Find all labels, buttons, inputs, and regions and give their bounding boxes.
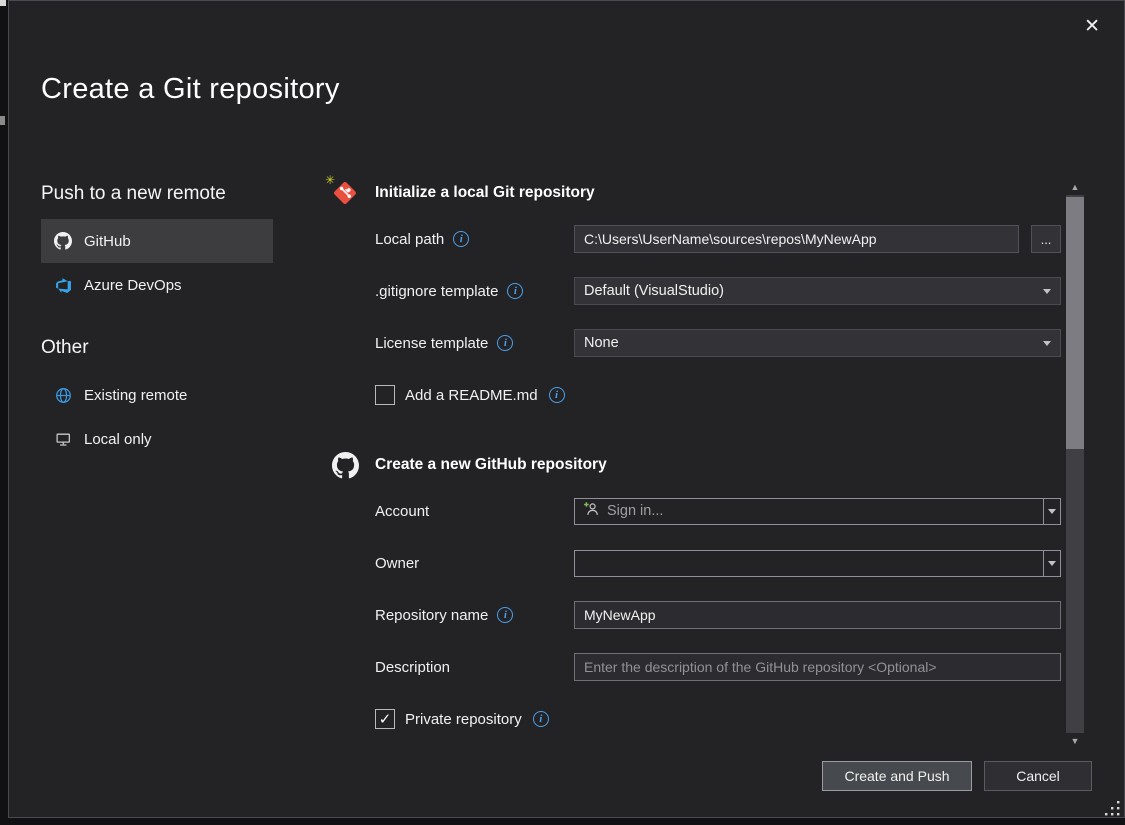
sidebar-item-github[interactable]: GitHub	[41, 219, 273, 263]
description-label: Description	[375, 659, 450, 676]
github-section-header: Create a new GitHub repository	[331, 451, 1073, 479]
info-icon[interactable]: i	[497, 607, 513, 623]
scroll-down-button[interactable]: ▼	[1066, 733, 1084, 749]
gitignore-row: .gitignore template i Default (VisualStu…	[375, 277, 1073, 305]
private-repository-label: Private repository	[405, 711, 522, 728]
description-row: Description	[375, 653, 1073, 681]
license-label: License template	[375, 335, 488, 352]
dialog-content: ✳ Initialize a local Git repository	[331, 179, 1073, 733]
sidebar: Push to a new remote GitHub Azure DevOps…	[41, 183, 273, 461]
git-repository-icon: ✳	[331, 179, 359, 207]
gitignore-template-value: Default (VisualStudio)	[584, 283, 724, 299]
chevron-down-icon	[1043, 341, 1051, 346]
license-template-value: None	[584, 335, 619, 351]
sidebar-item-azure-devops[interactable]: Azure DevOps	[41, 263, 273, 307]
sidebar-item-label: Existing remote	[84, 387, 187, 404]
azure-devops-icon	[54, 276, 72, 294]
github-logo-icon	[331, 451, 359, 479]
license-row: License template i None	[375, 329, 1073, 357]
resize-grip[interactable]	[1103, 799, 1121, 822]
gitignore-template-dropdown[interactable]: Default (VisualStudio)	[574, 277, 1061, 305]
github-section-title: Create a new GitHub repository	[375, 456, 607, 474]
init-section-header: ✳ Initialize a local Git repository	[331, 179, 1073, 207]
create-git-repo-dialog: ✕ Create a Git repository Push to a new …	[8, 0, 1125, 818]
window-edge-fragment	[0, 116, 5, 125]
dialog-footer: Create and Push Cancel	[822, 761, 1092, 791]
sidebar-item-label: GitHub	[84, 233, 131, 250]
description-input[interactable]	[574, 653, 1061, 681]
gitignore-label: .gitignore template	[375, 283, 498, 300]
local-path-input[interactable]	[574, 225, 1019, 253]
info-icon[interactable]: i	[453, 231, 469, 247]
account-dropdown-button[interactable]	[1043, 499, 1060, 524]
repository-name-label: Repository name	[375, 607, 488, 624]
scrollbar-track[interactable]	[1066, 195, 1084, 733]
add-readme-checkbox[interactable]	[375, 385, 395, 405]
window-corner-fragment	[0, 0, 6, 6]
init-section-rows: Local path i ... .gitignore template i D…	[375, 225, 1073, 409]
sidebar-item-existing-remote[interactable]: Existing remote	[41, 373, 273, 417]
info-icon[interactable]: i	[549, 387, 565, 403]
owner-row: Owner	[375, 549, 1073, 577]
local-path-label: Local path	[375, 231, 444, 248]
sign-in-icon	[583, 501, 599, 521]
close-button[interactable]: ✕	[1084, 17, 1100, 36]
chevron-down-icon	[1048, 509, 1056, 514]
computer-icon	[54, 430, 72, 448]
cancel-button[interactable]: Cancel	[984, 761, 1092, 791]
chevron-down-icon	[1048, 561, 1056, 566]
owner-dropdown[interactable]	[574, 550, 1061, 577]
account-label: Account	[375, 503, 429, 520]
scrollbar-thumb[interactable]	[1066, 197, 1084, 449]
sidebar-item-local-only[interactable]: Local only	[41, 417, 273, 461]
account-value: Sign in...	[607, 503, 663, 519]
private-repository-checkbox[interactable]: ✓	[375, 709, 395, 729]
sidebar-heading-other: Other	[41, 337, 273, 359]
add-readme-label: Add a README.md	[405, 387, 538, 404]
repository-name-input[interactable]	[574, 601, 1061, 629]
github-section-rows: Account Sign in...	[375, 497, 1073, 733]
sidebar-heading-push-remote: Push to a new remote	[41, 183, 273, 205]
new-badge-icon: ✳	[325, 173, 335, 187]
sidebar-item-label: Local only	[84, 431, 152, 448]
scroll-up-button[interactable]: ▲	[1066, 179, 1084, 195]
account-row: Account Sign in...	[375, 497, 1073, 525]
repository-name-row: Repository name i	[375, 601, 1073, 629]
create-and-push-button[interactable]: Create and Push	[822, 761, 972, 791]
account-dropdown[interactable]: Sign in...	[574, 498, 1061, 525]
info-icon[interactable]: i	[507, 283, 523, 299]
info-icon[interactable]: i	[497, 335, 513, 351]
local-path-row: Local path i ...	[375, 225, 1073, 253]
owner-dropdown-button[interactable]	[1043, 551, 1060, 576]
private-repository-row: ✓ Private repository i	[375, 705, 1073, 733]
globe-icon	[54, 386, 72, 404]
dialog-title: Create a Git repository	[41, 73, 340, 106]
readme-row: Add a README.md i	[375, 381, 1073, 409]
license-template-dropdown[interactable]: None	[574, 329, 1061, 357]
github-icon	[54, 232, 72, 250]
owner-label: Owner	[375, 555, 419, 572]
chevron-down-icon	[1043, 289, 1051, 294]
info-icon[interactable]: i	[533, 711, 549, 727]
sidebar-item-label: Azure DevOps	[84, 277, 182, 294]
vertical-scrollbar[interactable]: ▲ ▼	[1066, 179, 1084, 749]
init-section-title: Initialize a local Git repository	[375, 184, 595, 202]
browse-button[interactable]: ...	[1031, 225, 1061, 253]
